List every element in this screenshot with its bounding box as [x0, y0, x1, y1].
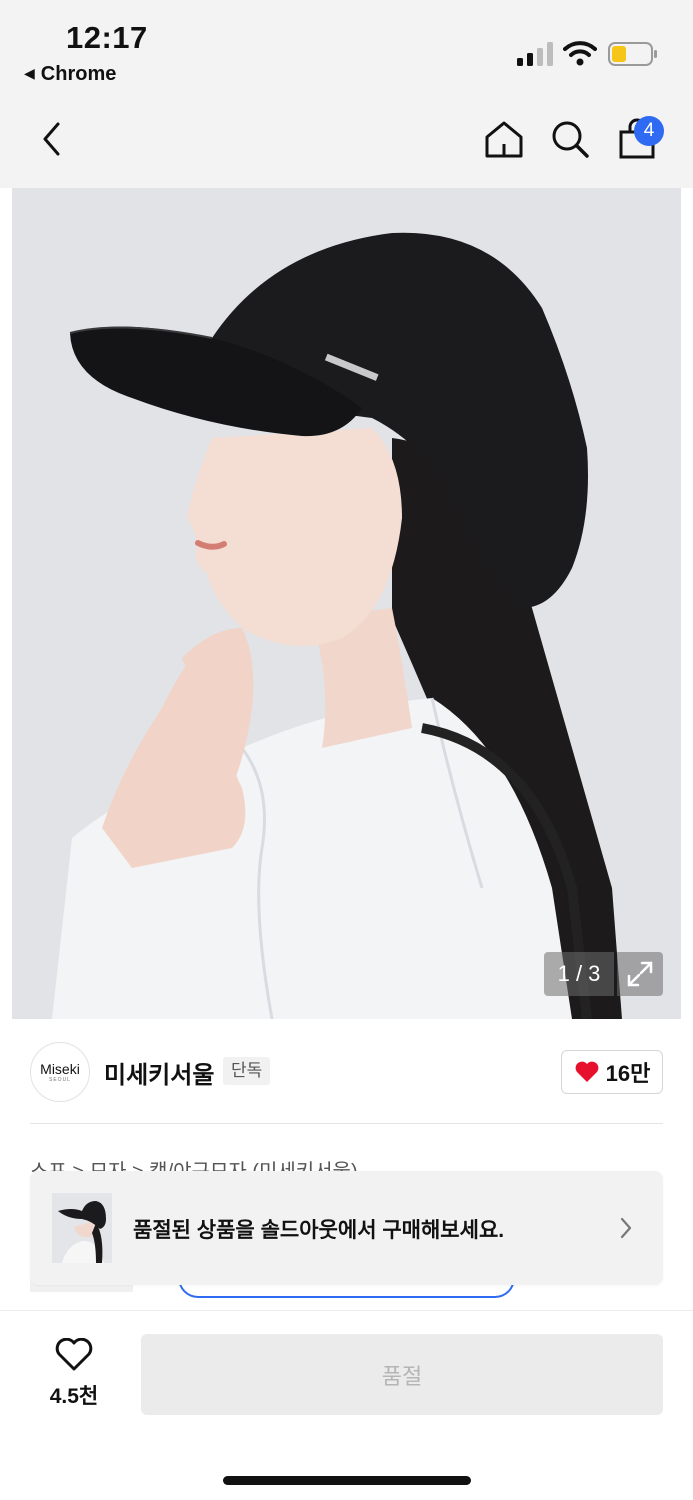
section-divider	[30, 1123, 663, 1124]
back-button[interactable]	[28, 115, 76, 163]
search-icon	[552, 121, 589, 158]
product-image[interactable]	[12, 188, 681, 1019]
wishlist-button[interactable]: 4.5천	[38, 1338, 110, 1408]
expand-icon	[627, 961, 653, 987]
expand-image-button[interactable]	[617, 952, 663, 996]
home-button[interactable]	[480, 115, 528, 163]
chevron-right-icon	[620, 1217, 632, 1239]
back-app-label: Chrome	[40, 63, 117, 85]
top-navigation	[0, 95, 693, 188]
brand-like-count: 16만	[605, 1061, 651, 1086]
status-bar: 12:17 ◀ Chrome	[0, 0, 693, 95]
brand-logo-text: Miseki	[40, 1061, 80, 1077]
search-button[interactable]	[546, 115, 594, 163]
home-indicator[interactable]	[223, 1476, 471, 1485]
soldout-banner-text: 품절된 상품을 솔드아웃에서 구매해보세요.	[133, 1219, 505, 1242]
image-counter: 1 / 3	[544, 952, 614, 996]
heart-outline-icon	[55, 1338, 93, 1371]
exclusive-badge: 단독	[223, 1057, 271, 1085]
back-to-app-link[interactable]: ◀ Chrome	[24, 63, 116, 86]
heart-filled-icon	[575, 1061, 599, 1082]
product-photo-illustration	[12, 188, 681, 1019]
cart-count-badge: 4	[634, 116, 664, 146]
home-icon	[485, 121, 523, 158]
status-time: 12:17	[66, 20, 148, 55]
chevron-left-icon	[43, 122, 60, 156]
brand-like-button[interactable]: 16만	[561, 1050, 663, 1094]
battery-icon	[608, 42, 657, 66]
cellular-signal-icon	[517, 42, 553, 66]
wishlist-count: 4.5천	[49, 1385, 99, 1408]
brand-logo[interactable]: Miseki SEOUL	[30, 1042, 90, 1102]
soldout-banner[interactable]: 품절된 상품을 솔드아웃에서 구매해보세요.	[30, 1171, 663, 1285]
back-triangle-icon: ◀	[24, 65, 35, 81]
brand-logo-subtext: SEOUL	[49, 1077, 71, 1083]
brand-name-link[interactable]: 미세키서울	[104, 1055, 214, 1090]
banner-thumbnail	[52, 1193, 112, 1263]
soldout-purchase-button: 품절	[141, 1334, 663, 1415]
brand-row: Miseki SEOUL 미세키서울 단독 16만	[0, 1019, 693, 1124]
wifi-icon	[563, 41, 597, 66]
